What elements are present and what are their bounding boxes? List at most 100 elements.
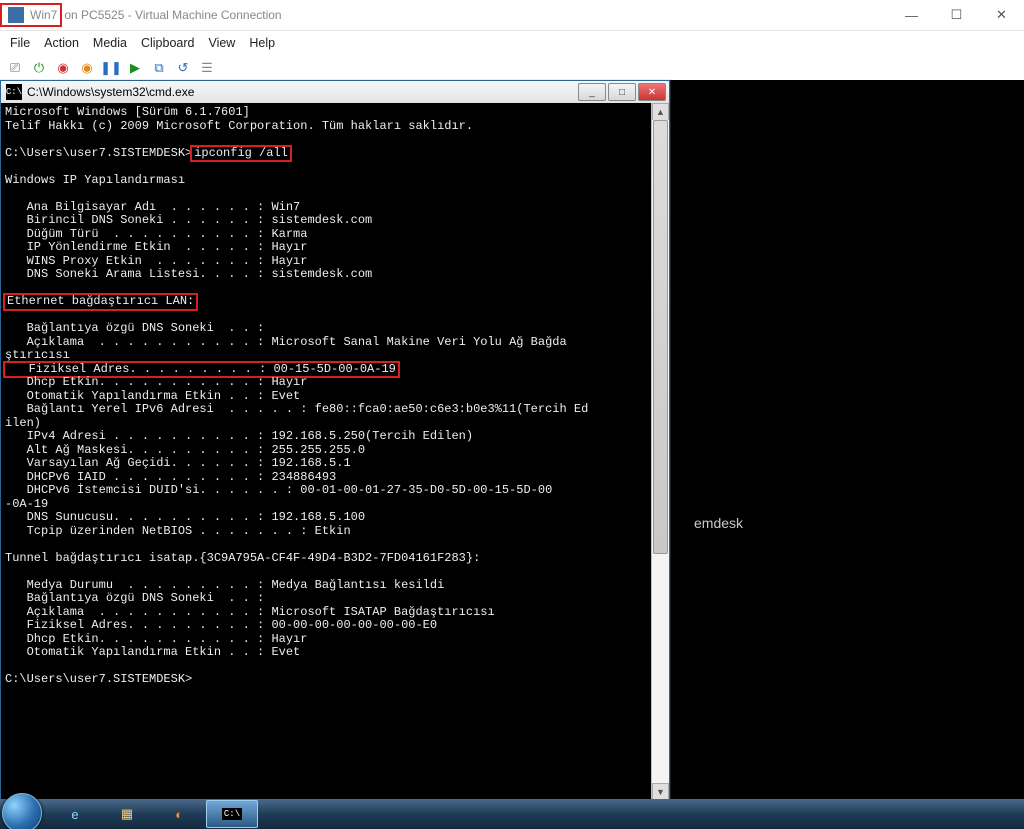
cmd-line: -0A-19 — [5, 498, 656, 512]
cmd-line: Microsoft Windows [Sürüm 6.1.7601] — [5, 106, 656, 120]
cmd-line: Otomatik Yapılandırma Etkin . . : Evet — [5, 390, 656, 404]
menu-file[interactable]: File — [10, 36, 30, 50]
cmd-line: Bağlantıya özgü DNS Soneki . . : — [5, 592, 656, 606]
cmd-prompt: C:\Users\user7.SISTEMDESK> — [5, 146, 192, 160]
scroll-thumb[interactable] — [653, 120, 668, 554]
taskbar-pin-cmd[interactable]: C:\ — [206, 800, 258, 828]
minimize-button[interactable]: — — [889, 1, 934, 29]
vmc-titlebar: Win7 on PC5525 - Virtual Machine Connect… — [0, 0, 1024, 31]
cmd-scrollbar[interactable]: ▲ ▼ — [651, 103, 669, 801]
wmp-icon: ◐ — [175, 807, 183, 822]
cmd-line: Ana Bilgisayar Adı . . . . . . : Win7 — [5, 201, 656, 215]
cmd-close-button[interactable]: ✕ — [638, 83, 666, 101]
taskbar-pins: e ▦ ◐ C:\ — [50, 799, 258, 829]
cmd-line: DHCPv6 IAID . . . . . . . . . . : 234886… — [5, 471, 656, 485]
vmc-title-text: on PC5525 - Virtual Machine Connection — [64, 8, 281, 22]
cmd-line — [5, 282, 656, 296]
vm-guest-desktop: emdesk C:\ C:\Windows\system32\cmd.exe _… — [0, 80, 1024, 829]
cmd-output[interactable]: Microsoft Windows [Sürüm 6.1.7601]Telif … — [1, 103, 660, 801]
play-icon[interactable]: ▶ — [126, 59, 144, 77]
cmd-prompt-line: C:\Users\user7.SISTEMDESK>ipconfig /all — [5, 147, 656, 161]
explorer-icon: ▦ — [121, 806, 133, 822]
cmd-line: Otomatik Yapılandırma Etkin . . : Evet — [5, 646, 656, 660]
shutdown-icon[interactable]: ◉ — [78, 59, 96, 77]
cmd-icon: C:\ — [6, 84, 22, 100]
cmd-line: Telif Hakkı (c) 2009 Microsoft Corporati… — [5, 120, 656, 134]
cmd-line: DNS Soneki Arama Listesi. . . . : sistem… — [5, 268, 656, 282]
guest-taskbar[interactable]: e ▦ ◐ C:\ — [0, 799, 1024, 829]
vmc-window: Win7 on PC5525 - Virtual Machine Connect… — [0, 0, 1024, 829]
cmd-line: DHCPv6 İstemcisi DUID'si. . . . . . : 00… — [5, 484, 656, 498]
vmc-toolbar: ⎚ ⏻ ◉ ◉ ❚❚ ▶ ⧉ ↺ ☰ — [0, 55, 1024, 82]
cmd-line: Medya Durumu . . . . . . . . . : Medya B… — [5, 579, 656, 593]
cmd-line: IP Yönlendirme Etkin . . . . . : Hayır — [5, 241, 656, 255]
cmd-line: Alt Ağ Maskesi. . . . . . . . . : 255.25… — [5, 444, 656, 458]
turnoff-icon[interactable]: ◉ — [54, 59, 72, 77]
cmd-line: Düğüm Türü . . . . . . . . . . : Karma — [5, 228, 656, 242]
cmd-line: IPv4 Adresi . . . . . . . . . . : 192.16… — [5, 430, 656, 444]
cmd-title-text: C:\Windows\system32\cmd.exe — [27, 85, 194, 99]
menu-clipboard[interactable]: Clipboard — [141, 36, 195, 50]
taskbar-pin-wmp[interactable]: ◐ — [154, 801, 204, 827]
cmd-icon: C:\ — [222, 808, 242, 820]
share-icon[interactable]: ☰ — [198, 59, 216, 77]
cmd-line — [5, 565, 656, 579]
cmd-line: Dhcp Etkin. . . . . . . . . . . : Hayır — [5, 633, 656, 647]
cmd-line — [5, 133, 656, 147]
highlight-command: ipconfig /all — [192, 147, 290, 161]
highlight-physical-address: Fiziksel Adres. . . . . . . . . : 00-15-… — [5, 363, 398, 377]
cmd-line: ştırıcısı — [5, 349, 656, 363]
cmd-line: Birincil DNS Soneki . . . . . . : sistem… — [5, 214, 656, 228]
taskbar-pin-explorer[interactable]: ▦ — [102, 801, 152, 827]
cmd-maximize-button[interactable]: □ — [608, 83, 636, 101]
cmd-line — [5, 160, 656, 174]
pause-icon[interactable]: ❚❚ — [102, 59, 120, 77]
cmd-line: Bağlantıya özgü DNS Soneki . . : — [5, 322, 656, 336]
scroll-up-icon[interactable]: ▲ — [652, 103, 669, 121]
cmd-window[interactable]: C:\ C:\Windows\system32\cmd.exe _ □ ✕ Mi… — [0, 80, 670, 802]
vmc-window-buttons: — ☐ ✕ — [889, 1, 1024, 29]
menu-action[interactable]: Action — [44, 36, 79, 50]
cmd-prompt-line: C:\Users\user7.SISTEMDESK> — [5, 673, 656, 687]
cmd-line: Tunnel bağdaştırıcı isatap.{3C9A795A-CF4… — [5, 552, 656, 566]
menu-media[interactable]: Media — [93, 36, 127, 50]
ctrl-alt-del-icon[interactable]: ⎚ — [6, 59, 24, 77]
cmd-line: Fiziksel Adres. . . . . . . . . : 00-15-… — [5, 363, 656, 377]
cmd-line: Açıklama . . . . . . . . . . . : Microso… — [5, 336, 656, 350]
start-button[interactable] — [2, 793, 42, 829]
cmd-line — [5, 660, 656, 674]
cmd-line: WINS Proxy Etkin . . . . . . . : Hayır — [5, 255, 656, 269]
checkpoint-icon[interactable]: ⧉ — [150, 59, 168, 77]
cmd-line: Ethernet bağdaştırıcı LAN: — [5, 295, 656, 309]
maximize-button[interactable]: ☐ — [934, 1, 979, 29]
taskbar-pin-ie[interactable]: e — [50, 801, 100, 827]
cmd-line: Bağlantı Yerel IPv6 Adresi . . . . . : f… — [5, 403, 656, 417]
cmd-line: Tcpip üzerinden NetBIOS . . . . . . . : … — [5, 525, 656, 539]
ie-icon: e — [71, 807, 78, 822]
cmd-line: Varsayılan Ağ Geçidi. . . . . . : 192.16… — [5, 457, 656, 471]
start-icon[interactable]: ⏻ — [30, 59, 48, 77]
close-button[interactable]: ✕ — [979, 1, 1024, 29]
cmd-line: Fiziksel Adres. . . . . . . . . : 00-00-… — [5, 619, 656, 633]
revert-icon[interactable]: ↺ — [174, 59, 192, 77]
cmd-window-buttons: _ □ ✕ — [578, 83, 669, 101]
cmd-line — [5, 187, 656, 201]
highlight-adapter-header: Ethernet bağdaştırıcı LAN: — [5, 295, 196, 309]
cmd-line: Dhcp Etkin. . . . . . . . . . . : Hayır — [5, 376, 656, 390]
menu-view[interactable]: View — [208, 36, 235, 50]
vm-icon — [8, 7, 24, 23]
cmd-line: Windows IP Yapılandırması — [5, 174, 656, 188]
cmd-line: ilen) — [5, 417, 656, 431]
cmd-line: DNS Sunucusu. . . . . . . . . . : 192.16… — [5, 511, 656, 525]
cmd-line — [5, 538, 656, 552]
title-highlight-win7: Win7 — [0, 3, 62, 27]
cmd-minimize-button[interactable]: _ — [578, 83, 606, 101]
cmd-line — [5, 309, 656, 323]
menu-help[interactable]: Help — [249, 36, 275, 50]
cmd-line: Açıklama . . . . . . . . . . . : Microso… — [5, 606, 656, 620]
desktop-background-text: emdesk — [694, 515, 743, 531]
cmd-titlebar[interactable]: C:\ C:\Windows\system32\cmd.exe _ □ ✕ — [1, 81, 669, 104]
vm-name-text: Win7 — [30, 8, 57, 22]
vmc-menubar: File Action Media Clipboard View Help — [0, 31, 1024, 55]
scroll-track[interactable] — [652, 120, 669, 784]
